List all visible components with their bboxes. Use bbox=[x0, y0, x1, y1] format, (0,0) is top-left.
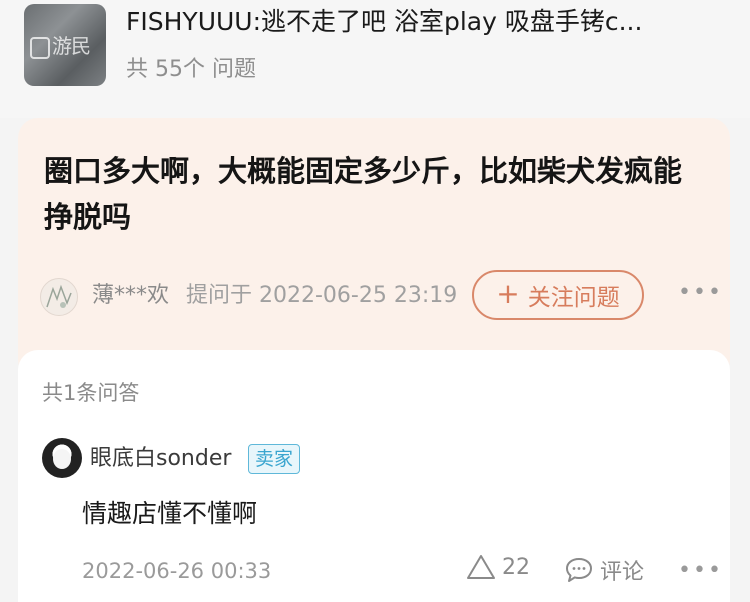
answerer-avatar[interactable] bbox=[42, 438, 82, 478]
question-count: 共 55个 问题 bbox=[126, 57, 256, 82]
asker-avatar[interactable] bbox=[40, 278, 78, 316]
triangle-like-icon bbox=[467, 555, 495, 579]
answer-timestamp: 2022-06-26 00:33 bbox=[82, 559, 272, 583]
comment-button[interactable]: 评论 bbox=[564, 554, 644, 586]
more-dots-icon[interactable]: ••• bbox=[678, 280, 723, 305]
follow-question-button[interactable]: + 关注问题 bbox=[472, 270, 644, 320]
seller-badge: 卖家 bbox=[248, 444, 301, 474]
answer-text: 情趣店懂不懂啊 bbox=[82, 499, 258, 528]
comment-label: 评论 bbox=[600, 560, 645, 585]
more-dots-icon[interactable]: ••• bbox=[678, 558, 723, 583]
answers-card: 共1条问答 眼底白sonder 卖家 情趣店懂不懂啊 2022-06-26 00… bbox=[18, 350, 730, 602]
question-card: 圈口多大啊，大概能固定多少斤，比如柴犬发疯能挣脱吗 薄***欢 提问于 2022… bbox=[18, 118, 730, 380]
watermark-logo: 游民 bbox=[30, 30, 91, 59]
question-text: 圈口多大啊，大概能固定多少斤，比如柴犬发疯能挣脱吗 bbox=[44, 154, 683, 234]
answer-count: 共1条问答 bbox=[42, 381, 140, 405]
product-thumbnail[interactable]: 游民 bbox=[24, 4, 106, 86]
comment-bubble-icon bbox=[566, 558, 592, 582]
follow-button-label: 关注问题 bbox=[527, 285, 620, 311]
asker-name[interactable]: 薄***欢 bbox=[92, 280, 169, 312]
answerer-name[interactable]: 眼底白sonder bbox=[90, 444, 231, 474]
like-count: 22 bbox=[502, 554, 530, 580]
product-header[interactable]: 游民 FISHYUUU:逃不走了吧 浴室play 吸盘手铐c... 共 55个 … bbox=[0, 0, 750, 118]
asked-timestamp: 提问于 2022-06-25 23:19 bbox=[186, 283, 458, 308]
plus-icon: + bbox=[496, 277, 520, 310]
product-title[interactable]: FISHYUUU:逃不走了吧 浴室play 吸盘手铐c... bbox=[126, 2, 726, 42]
like-button[interactable]: 22 bbox=[466, 554, 530, 580]
